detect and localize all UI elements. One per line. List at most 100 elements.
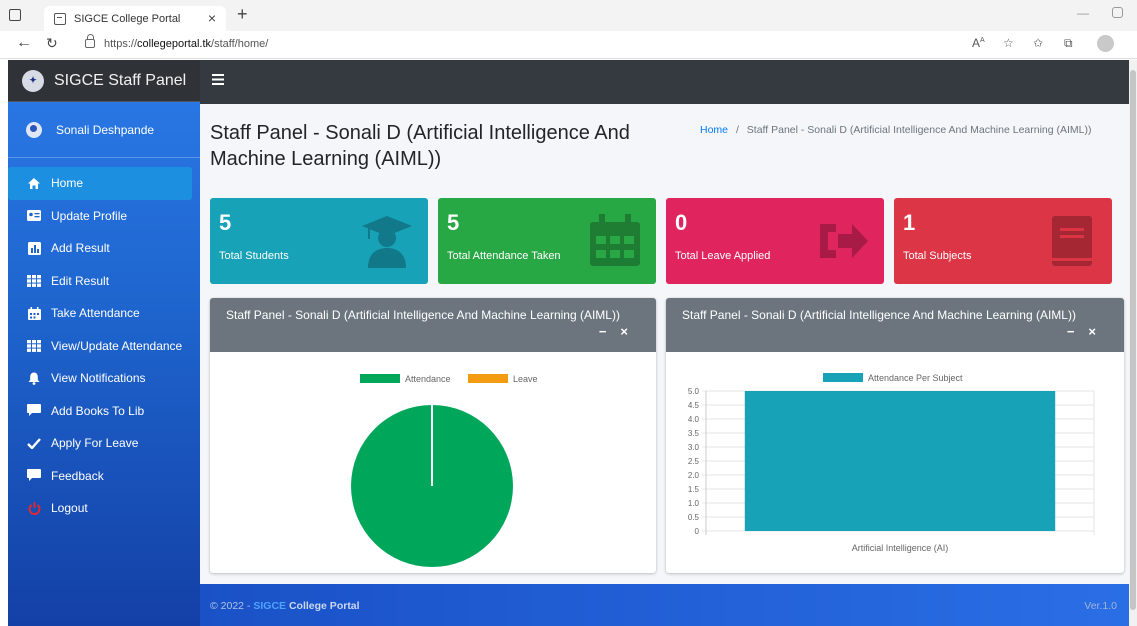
id-card-icon bbox=[27, 209, 41, 223]
card-title: Staff Panel - Sonali D (Artificial Intel… bbox=[226, 308, 620, 322]
card-tools: −× bbox=[1067, 324, 1110, 339]
power-icon bbox=[27, 501, 41, 515]
breadcrumb: Home / Staff Panel - Sonali D (Artificia… bbox=[700, 124, 1092, 136]
scrollbar-thumb[interactable] bbox=[1130, 70, 1136, 610]
maximize-window-icon[interactable] bbox=[1112, 7, 1123, 18]
sidebar-item-home[interactable]: Home bbox=[8, 167, 192, 200]
sidebar-item-edit-result[interactable]: Edit Result bbox=[8, 265, 200, 298]
x-tick-label: Artificial Intelligence (AI) bbox=[852, 543, 949, 553]
legend-swatch[interactable] bbox=[360, 374, 400, 383]
footer-brand-link[interactable]: SIGCE bbox=[253, 600, 286, 612]
stat-box-total-leave[interactable]: 0 Total Leave Applied bbox=[666, 198, 884, 284]
footer: © 2022 - SIGCE College Portal Ver.1.0 bbox=[200, 584, 1129, 626]
legend-label[interactable]: Attendance bbox=[405, 374, 451, 384]
hamburger-menu-icon[interactable] bbox=[212, 72, 224, 90]
stat-value: 5 bbox=[447, 210, 460, 235]
profile-avatar-icon[interactable] bbox=[1097, 35, 1114, 52]
brand-text: SIGCE Staff Panel bbox=[54, 71, 187, 89]
minimize-icon[interactable]: − bbox=[599, 324, 621, 339]
reload-icon[interactable]: ↻ bbox=[46, 35, 58, 52]
copyright-text: © 2022 - bbox=[210, 600, 251, 612]
content-area: Staff Panel - Sonali D (Artificial Intel… bbox=[200, 104, 1129, 584]
sidebar-item-label: Add Result bbox=[51, 241, 110, 256]
url-field[interactable]: https://collegeportal.tk/staff/home/ bbox=[104, 38, 268, 50]
y-tick-label: 4.0 bbox=[688, 415, 700, 424]
bar[interactable] bbox=[744, 391, 1056, 531]
favorites-icon[interactable]: ✩ bbox=[1033, 36, 1043, 50]
legend-label[interactable]: Attendance Per Subject bbox=[868, 373, 963, 383]
sidebar-item-label: Edit Result bbox=[51, 273, 110, 288]
calendar-icon bbox=[590, 214, 640, 266]
legend-label[interactable]: Leave bbox=[513, 374, 538, 384]
stat-value: 5 bbox=[219, 210, 232, 235]
comment-icon bbox=[27, 404, 41, 418]
sidebar-item-view-update-attendance[interactable]: View/Update Attendance bbox=[8, 330, 200, 363]
card-body: Attendance Per Subject 0 0.5 1.0 1.5 2.0 2.5 3.… bbox=[666, 352, 1124, 573]
stat-value: 0 bbox=[675, 210, 688, 235]
collections-icon[interactable]: ⧉ bbox=[1064, 36, 1073, 51]
y-tick-label: 3.0 bbox=[688, 443, 700, 452]
footer-version: Ver.1.0 bbox=[1084, 600, 1117, 612]
card-title: Staff Panel - Sonali D (Artificial Intel… bbox=[682, 308, 1076, 322]
legend-swatch[interactable] bbox=[468, 374, 508, 383]
y-tick-label: 3.5 bbox=[688, 429, 700, 438]
browser-tab[interactable]: SIGCE College Portal × bbox=[44, 6, 226, 31]
sidebar-item-logout[interactable]: Logout bbox=[8, 492, 200, 525]
sidebar-item-label: Add Books To Lib bbox=[51, 403, 145, 418]
sidebar-item-add-result[interactable]: Add Result bbox=[8, 232, 200, 265]
y-tick-label: 1.5 bbox=[688, 485, 700, 494]
tab-actions-icon[interactable] bbox=[9, 9, 21, 21]
new-tab-icon[interactable]: + bbox=[237, 4, 248, 25]
sidebar-item-feedback[interactable]: Feedback bbox=[8, 460, 200, 493]
add-favorite-icon[interactable]: ☆ bbox=[1003, 36, 1014, 50]
y-tick-label: 4.5 bbox=[688, 401, 700, 410]
sidebar-item-label: Apply For Leave bbox=[51, 436, 139, 451]
sidebar-item-label: Update Profile bbox=[51, 208, 128, 223]
card-header: Staff Panel - Sonali D (Artificial Intel… bbox=[210, 298, 656, 352]
sidebar-item-label: View/Update Attendance bbox=[51, 338, 183, 353]
minimize-icon[interactable]: − bbox=[1067, 324, 1089, 339]
close-icon[interactable]: × bbox=[1088, 324, 1110, 339]
sidebar-item-apply-for-leave[interactable]: Apply For Leave bbox=[8, 427, 200, 460]
card-header: Staff Panel - Sonali D (Artificial Intel… bbox=[666, 298, 1124, 352]
page-scrollbar[interactable] bbox=[1129, 60, 1137, 626]
sidebar-item-add-books-to-lib[interactable]: Add Books To Lib bbox=[8, 395, 200, 428]
sidebar-item-view-notifications[interactable]: View Notifications bbox=[8, 362, 200, 395]
comment-icon bbox=[27, 469, 41, 483]
stat-box-total-attendance[interactable]: 5 Total Attendance Taken bbox=[438, 198, 656, 284]
stat-value: 1 bbox=[903, 210, 916, 235]
stat-box-total-subjects[interactable]: 1 Total Subjects bbox=[894, 198, 1112, 284]
user-panel[interactable]: Sonali Deshpande bbox=[8, 102, 200, 158]
brand-link[interactable]: ✦ SIGCE Staff Panel bbox=[8, 60, 200, 102]
home-icon bbox=[27, 176, 41, 190]
close-icon[interactable]: × bbox=[620, 324, 642, 339]
y-tick-label: 0 bbox=[695, 527, 700, 536]
bell-icon bbox=[27, 371, 41, 385]
graduate-icon bbox=[362, 216, 412, 268]
minimize-window-icon[interactable]: — bbox=[1077, 6, 1089, 20]
grid-icon bbox=[27, 274, 41, 288]
attendance-pie-card: Staff Panel - Sonali D (Artificial Intel… bbox=[210, 298, 656, 573]
site-favicon-icon bbox=[54, 12, 66, 25]
sign-out-icon bbox=[820, 224, 868, 258]
back-arrow-icon[interactable]: ← bbox=[16, 34, 32, 52]
card-tools: −× bbox=[599, 324, 642, 339]
close-tab-icon[interactable]: × bbox=[208, 10, 216, 26]
browser-tab-bar: SIGCE College Portal × + — bbox=[0, 0, 1137, 31]
sidebar-item-label: Take Attendance bbox=[51, 306, 140, 321]
y-tick-label: 1.0 bbox=[688, 499, 700, 508]
sidebar-item-take-attendance[interactable]: Take Attendance bbox=[8, 297, 200, 330]
breadcrumb-current: Staff Panel - Sonali D (Artificial Intel… bbox=[746, 124, 1092, 136]
legend-swatch[interactable] bbox=[823, 373, 863, 382]
y-tick-label: 5.0 bbox=[688, 387, 700, 396]
stat-label: Total Students bbox=[219, 250, 289, 262]
sidebar-item-update-profile[interactable]: Update Profile bbox=[8, 200, 200, 233]
lock-icon[interactable] bbox=[85, 34, 95, 48]
breadcrumb-separator: / bbox=[735, 124, 739, 136]
stat-box-total-students[interactable]: 5 Total Students bbox=[210, 198, 428, 284]
sidebar-menu: Home Update Profile Add Result Edit Resu… bbox=[8, 158, 200, 525]
sidebar-item-label: Logout bbox=[51, 501, 88, 516]
page-title: Staff Panel - Sonali D (Artificial Intel… bbox=[210, 122, 630, 170]
read-aloud-icon[interactable]: AA bbox=[972, 36, 985, 50]
breadcrumb-home-link[interactable]: Home bbox=[700, 124, 728, 136]
